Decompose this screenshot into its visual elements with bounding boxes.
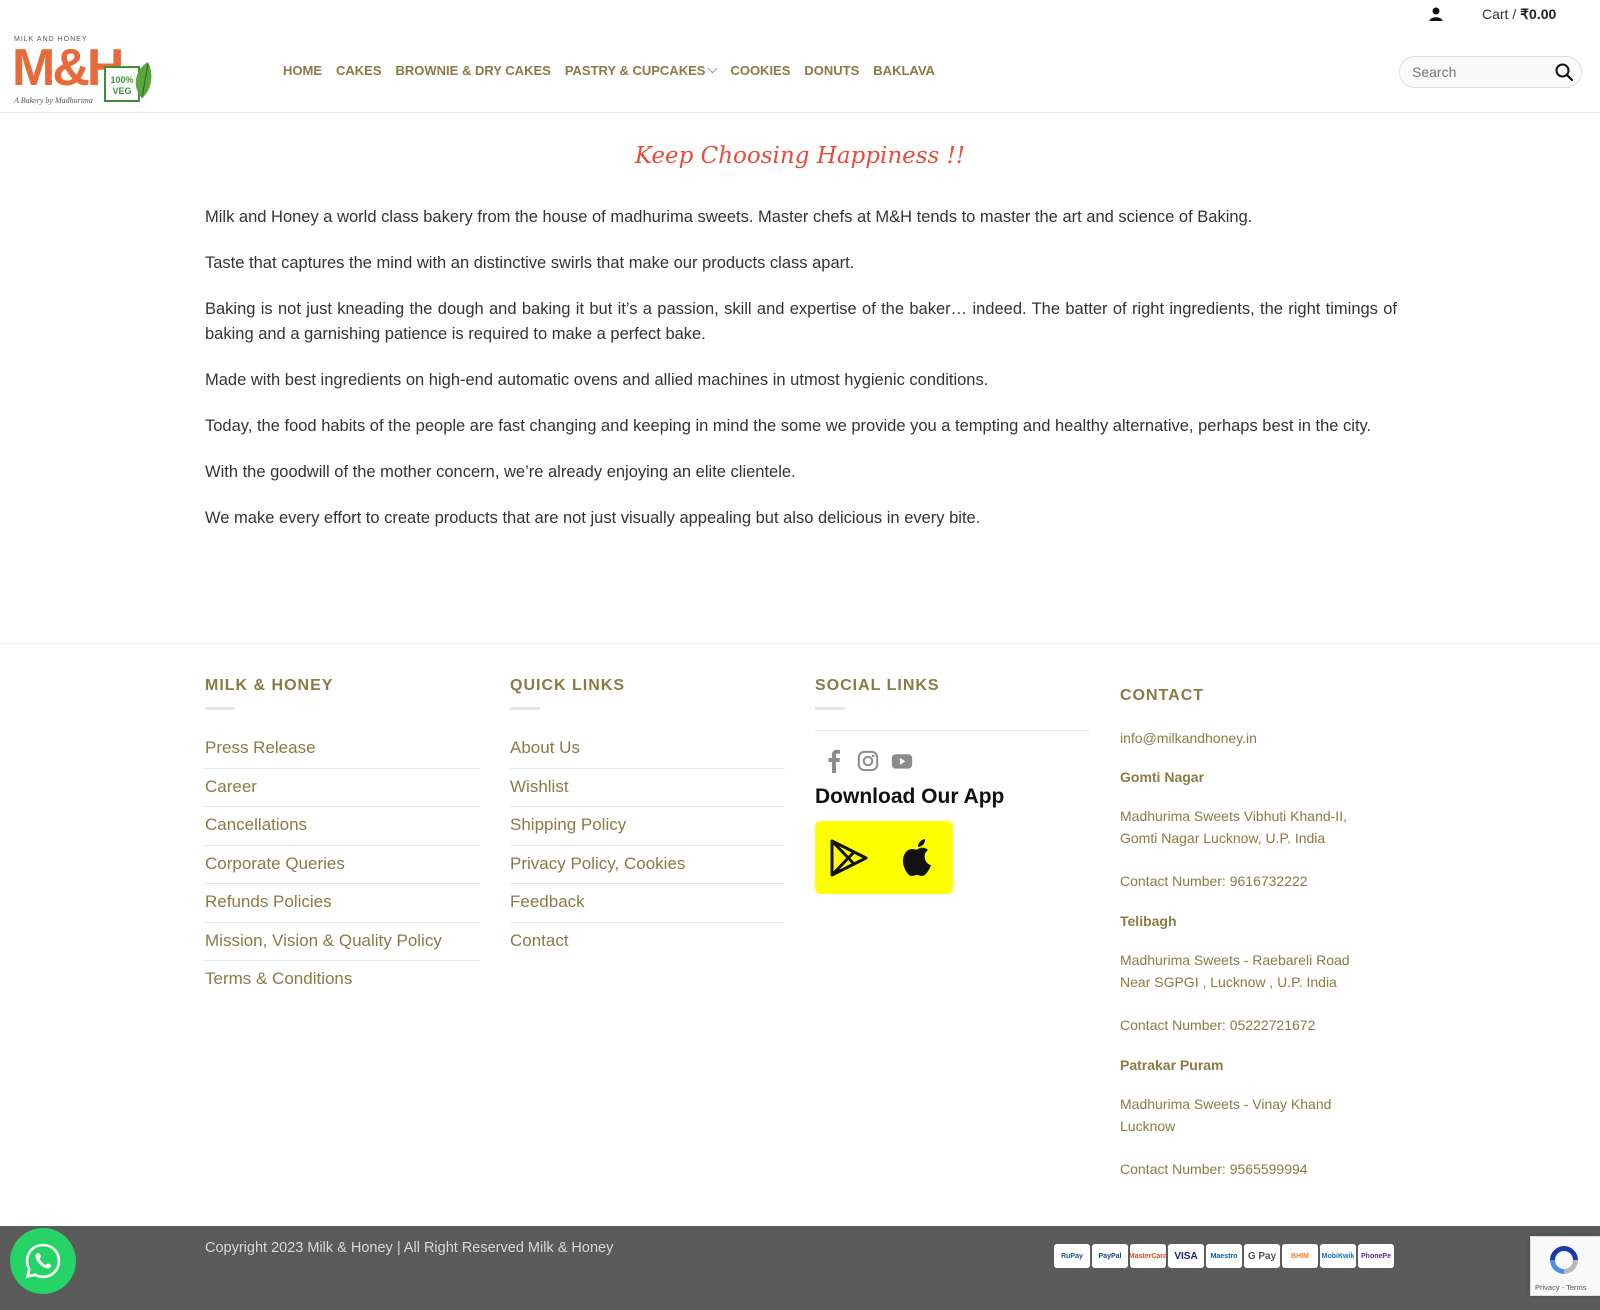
footer-link-corporate-queries[interactable]: Corporate Queries [205, 846, 480, 884]
footer-col-contact: CONTACT info@milkandhoney.in Gomti Nagar… [1120, 677, 1410, 1180]
site-logo[interactable]: MILK AND HONEY M&H A Bakery by Madhurima… [12, 36, 156, 108]
branch-address: Near SGPGI , Lucknow , U.P. India [1120, 974, 1337, 990]
about-paragraph: We make every effort to create products … [205, 509, 981, 527]
footer-heading: CONTACT [1120, 687, 1205, 704]
apple-icon[interactable] [901, 838, 935, 878]
search-icon[interactable] [1555, 63, 1573, 81]
footer-col-milk-honey: MILK & HONEY Press Release Career Cancel… [205, 677, 480, 1000]
footer-heading: MILK & HONEY [205, 677, 334, 694]
footer: MILK & HONEY Press Release Career Cancel… [0, 643, 1600, 1226]
bhim-icon: BHIM [1282, 1244, 1318, 1268]
footer-link-terms[interactable]: Terms & Conditions [205, 961, 480, 1000]
footer-col-quick-links: QUICK LINKS About Us Wishlist Shipping P… [510, 677, 785, 961]
paypal-icon: PayPal [1092, 1244, 1128, 1268]
footer-heading: SOCIAL LINKS [815, 677, 940, 694]
branch-address: Madhurima Sweets - Raebareli Road [1120, 952, 1350, 968]
branch-address: Lucknow [1120, 1118, 1176, 1134]
facebook-icon[interactable] [823, 749, 845, 773]
mastercard-icon: MasterCard [1130, 1244, 1166, 1268]
footer-link-contact[interactable]: Contact [510, 923, 785, 962]
about-text: Milk and Honey a world class bakery from… [205, 205, 1397, 552]
branch-name: Telibagh [1120, 913, 1177, 929]
copyright-text: Copyright 2023 Milk & Honey | All Right … [205, 1240, 614, 1256]
footer-col-social: SOCIAL LINKS Download Our App [815, 677, 1090, 894]
about-paragraph: With the goodwill of the mother concern,… [205, 463, 796, 481]
google-play-icon[interactable] [829, 839, 869, 877]
nav-pastry-cupcakes[interactable]: PASTRY & CUPCAKES [564, 63, 718, 78]
page-headline: Keep Choosing Happiness !! [634, 143, 966, 169]
phonepe-icon: PhonePe [1358, 1244, 1394, 1268]
maestro-icon: Maestro [1206, 1244, 1242, 1268]
nav-home[interactable]: HOME [283, 63, 322, 78]
user-icon[interactable] [1428, 6, 1444, 22]
branch-address: Madhurima Sweets Vibhuti Khand-II, [1120, 808, 1347, 824]
contact-email[interactable]: info@milkandhoney.in [1120, 727, 1410, 749]
cart-amount: ₹0.00 [1520, 6, 1557, 22]
instagram-icon[interactable] [857, 749, 879, 773]
heading-divider [205, 707, 235, 710]
heading-divider [815, 707, 845, 710]
nav-baklava[interactable]: BAKLAVA [873, 63, 935, 78]
cart-label: Cart / [1482, 6, 1517, 22]
payment-methods: RuPay PayPal MasterCard VISA Maestro G P… [1054, 1244, 1394, 1268]
main-nav: HOME CAKES BROWNIE & DRY CAKES PASTRY & … [283, 63, 949, 78]
download-app-title: Download Our App [815, 785, 1005, 808]
top-bar: Cart / ₹0.00 [0, 0, 1600, 30]
footer-link-list: Press Release Career Cancellations Corpo… [205, 730, 480, 1000]
about-paragraph: Today, the food habits of the people are… [205, 417, 1372, 435]
about-paragraph: Made with best ingredients on high-end a… [205, 371, 989, 389]
mobikwik-icon: MobiKwik [1320, 1244, 1356, 1268]
branch-name: Gomti Nagar [1120, 769, 1205, 785]
footer-link-about-us[interactable]: About Us [510, 730, 785, 769]
nav-cakes[interactable]: CAKES [336, 63, 382, 78]
nav-cookies[interactable]: COOKIES [730, 63, 790, 78]
search-input[interactable] [1412, 57, 1552, 87]
about-paragraph: Milk and Honey a world class bakery from… [205, 208, 1253, 226]
footer-link-press-release[interactable]: Press Release [205, 730, 480, 769]
branch-phone: Contact Number: 9565599994 [1120, 1161, 1308, 1177]
nav-brownie-dry-cakes[interactable]: BROWNIE & DRY CAKES [396, 63, 551, 78]
footer-heading: QUICK LINKS [510, 677, 625, 694]
about-paragraph: Baking is not just kneading the dough an… [205, 300, 1397, 343]
chevron-down-icon [707, 63, 718, 74]
search-box [1399, 56, 1582, 88]
leaf-icon [135, 62, 152, 99]
app-download-box [815, 821, 953, 894]
nav-donuts[interactable]: DONUTS [804, 63, 859, 78]
rupay-icon: RuPay [1054, 1244, 1090, 1268]
main-header: MILK AND HONEY M&H A Bakery by Madhurima… [0, 30, 1600, 113]
whatsapp-icon [25, 1243, 61, 1279]
divider [815, 730, 1090, 731]
recaptcha-icon [1550, 1246, 1578, 1274]
branch-address: Gomti Nagar Lucknow, U.P. India [1120, 830, 1326, 846]
footer-link-shipping-policy[interactable]: Shipping Policy [510, 807, 785, 846]
nav-pastry-label: PASTRY & CUPCAKES [564, 63, 706, 78]
about-paragraph: Taste that captures the mind with an dis… [205, 254, 855, 272]
logo-tagline: A Bakery by Madhurima [14, 96, 93, 105]
recaptcha-text: Privacy - Terms [1535, 1283, 1587, 1292]
footer-link-privacy-policy[interactable]: Privacy Policy, Cookies [510, 846, 785, 884]
heading-divider [510, 707, 540, 710]
main-content: Keep Choosing Happiness !! Milk and Hone… [0, 113, 1600, 643]
footer-link-feedback[interactable]: Feedback [510, 884, 785, 923]
whatsapp-button[interactable] [10, 1228, 76, 1294]
social-icons [823, 749, 1090, 773]
footer-link-list: About Us Wishlist Shipping Policy Privac… [510, 730, 785, 961]
gpay-icon: G Pay [1244, 1244, 1280, 1268]
branch-phone: Contact Number: 05222721672 [1120, 1017, 1316, 1033]
branch-phone: Contact Number: 9616732222 [1120, 873, 1308, 889]
youtube-icon[interactable] [891, 749, 913, 773]
footer-link-career[interactable]: Career [205, 769, 480, 807]
footer-link-wishlist[interactable]: Wishlist [510, 769, 785, 807]
branch-address: Madhurima Sweets - Vinay Khand [1120, 1096, 1332, 1112]
footer-link-mission-vision[interactable]: Mission, Vision & Quality Policy [205, 923, 480, 961]
bottom-bar: Copyright 2023 Milk & Honey | All Right … [0, 1226, 1600, 1310]
footer-link-cancellations[interactable]: Cancellations [205, 807, 480, 846]
recaptcha-badge[interactable]: Privacy - Terms [1530, 1236, 1600, 1296]
branch-name: Patrakar Puram [1120, 1057, 1224, 1073]
footer-link-refunds-policies[interactable]: Refunds Policies [205, 884, 480, 923]
visa-icon: VISA [1168, 1244, 1204, 1268]
cart-link[interactable]: Cart / ₹0.00 [1482, 6, 1556, 23]
